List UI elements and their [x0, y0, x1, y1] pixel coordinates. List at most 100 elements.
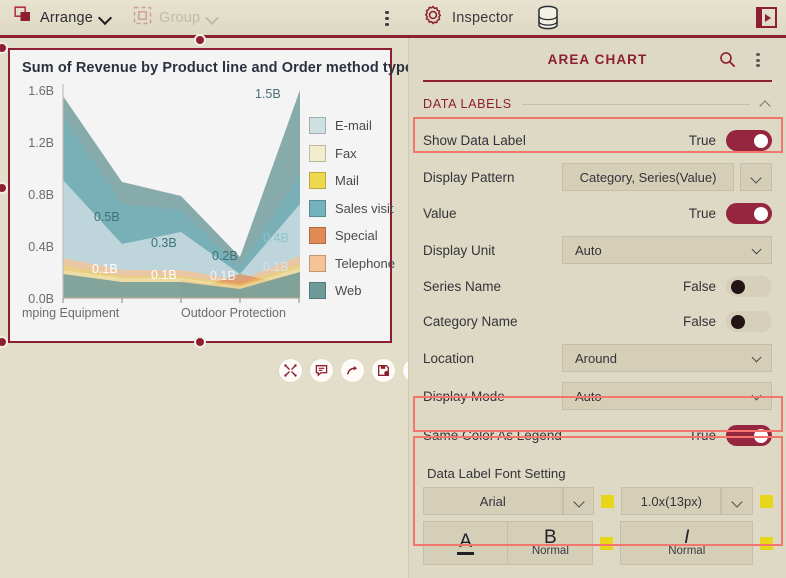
app-root: Arrange Group: [0, 0, 786, 578]
font-style-color-swatch[interactable]: [600, 537, 613, 550]
data-label: 0.1B: [210, 269, 236, 283]
select-location[interactable]: Around: [562, 344, 772, 372]
bold-button[interactable]: B Normal: [508, 521, 593, 565]
legend-item[interactable]: Web: [309, 277, 395, 305]
row-label: Category Name: [423, 314, 518, 329]
row-series-name[interactable]: Series Name False: [423, 269, 772, 304]
font-size-color-swatch[interactable]: [760, 495, 773, 508]
row-value: True: [689, 133, 716, 148]
font-style-row: A B Normal I Normal: [423, 521, 773, 565]
data-label: 1.5B: [255, 87, 281, 101]
toolbar-left-group: Arrange Group: [0, 0, 408, 35]
underline-glyph: A: [457, 532, 474, 555]
toggle-same-color-as-legend[interactable]: [726, 425, 772, 446]
arrange-shapes-icon: [14, 6, 33, 30]
gear-icon: [422, 4, 444, 31]
select-display-pattern[interactable]: Category, Series(Value): [562, 163, 734, 191]
select-display-mode[interactable]: Auto: [562, 382, 772, 410]
toggle-series-name[interactable]: [726, 276, 772, 297]
select-display-pattern-dropdown[interactable]: [740, 163, 772, 191]
legend-item[interactable]: Special: [309, 222, 395, 250]
select-font-family-dropdown[interactable]: [563, 487, 595, 515]
font-color-swatch[interactable]: [601, 495, 614, 508]
kebab-menu-icon[interactable]: [750, 51, 766, 69]
row-value[interactable]: Value True: [423, 196, 772, 231]
row-show-shape[interactable]: Show Shape False: [423, 572, 772, 578]
group-menu-button[interactable]: Group: [133, 0, 218, 35]
legend-swatch-icon: [309, 145, 326, 162]
resize-handle-left-top[interactable]: [0, 42, 8, 54]
collapse-panel-icon[interactable]: [756, 7, 777, 28]
chart-legend: E-mail Fax Mail Sales visit: [309, 112, 395, 305]
select-value: Around: [575, 351, 617, 366]
bold-state: Normal: [532, 545, 569, 557]
chevron-down-icon[interactable]: [207, 12, 218, 23]
legend-item[interactable]: E-mail: [309, 112, 395, 140]
row-value-text: False: [683, 314, 716, 329]
toggle-category-name[interactable]: [726, 311, 772, 332]
tab-inspector-label: Inspector: [452, 10, 513, 26]
row-label: Show Data Label: [423, 133, 526, 148]
data-label: 0.3B: [151, 236, 177, 250]
data-label-font-setting-group: Data Label Font Setting Arial 1.0x(13px): [409, 460, 786, 568]
select-font-size-dropdown[interactable]: [721, 487, 753, 515]
chart-card[interactable]: Sum of Revenue by Product line and Order…: [8, 48, 392, 343]
row-display-pattern[interactable]: Display Pattern Category, Series(Value): [423, 158, 772, 196]
tab-inspector[interactable]: Inspector: [420, 0, 525, 38]
comment-icon[interactable]: [309, 358, 334, 383]
legend-item[interactable]: Sales visit: [309, 195, 395, 223]
kebab-menu-icon[interactable]: [377, 8, 397, 28]
italic-button[interactable]: I Normal: [620, 521, 753, 565]
row-label: Series Name: [423, 279, 501, 294]
chart-title: Sum of Revenue by Product line and Order…: [22, 60, 413, 76]
row-show-data-label[interactable]: Show Data Label True: [423, 123, 772, 158]
select-font-family[interactable]: Arial: [423, 487, 563, 515]
row-same-color-as-legend[interactable]: Same Color As Legend True: [423, 418, 772, 453]
legend-item[interactable]: Telephone: [309, 250, 395, 278]
select-font-size[interactable]: 1.0x(13px): [621, 487, 721, 515]
resize-handle-left-mid[interactable]: [0, 182, 8, 194]
section-divider: [522, 104, 750, 105]
resize-handle-bottom[interactable]: [194, 336, 206, 348]
chevron-down-icon[interactable]: [100, 12, 111, 23]
legend-swatch-icon: [309, 172, 326, 189]
database-icon[interactable]: [536, 5, 560, 36]
chart-plot-area: 1.6B 1.2B 0.8B 0.4B 0.0B: [10, 84, 390, 340]
font-family-row: Arial 1.0x(13px): [423, 487, 773, 515]
row-value-text: True: [689, 428, 716, 443]
legend-item[interactable]: Fax: [309, 140, 395, 168]
row-label: Display Unit: [423, 243, 495, 258]
arrange-label: Arrange: [40, 10, 93, 26]
arrange-menu-button[interactable]: Arrange: [14, 0, 111, 35]
legend-label: Web: [335, 283, 362, 298]
select-display-unit[interactable]: Auto: [562, 236, 772, 264]
row-label: Same Color As Legend: [423, 428, 562, 443]
underline-button[interactable]: A: [423, 521, 508, 565]
save-icon[interactable]: [371, 358, 396, 383]
row-display-mode[interactable]: Display Mode Auto: [423, 377, 772, 415]
resize-handle-left-bottom[interactable]: [0, 336, 8, 348]
toggle-value[interactable]: [726, 203, 772, 224]
row-category-name[interactable]: Category Name False: [423, 304, 772, 339]
section-label: DATA LABELS: [423, 97, 512, 111]
legend-label: Telephone: [335, 256, 395, 271]
toggle-show-data-label[interactable]: [726, 130, 772, 151]
search-icon[interactable]: [719, 51, 736, 73]
row-display-unit[interactable]: Display Unit Auto: [423, 231, 772, 269]
expand-icon[interactable]: [278, 358, 303, 383]
italic-color-swatch[interactable]: [760, 537, 773, 550]
data-label: 0.1B: [151, 268, 177, 282]
data-label: 0.1B: [263, 260, 289, 274]
panel-header: AREA CHART: [423, 46, 772, 82]
select-value: Auto: [575, 243, 602, 258]
row-location[interactable]: Location Around: [423, 339, 772, 377]
row-label: Display Pattern: [423, 170, 515, 185]
font-setting-title: Data Label Font Setting: [427, 466, 773, 481]
share-icon[interactable]: [340, 358, 365, 383]
section-data-labels-header[interactable]: DATA LABELS: [423, 94, 772, 114]
resize-handle-top[interactable]: [194, 34, 206, 46]
row-label: Location: [423, 351, 474, 366]
chevron-up-icon[interactable]: [760, 98, 772, 110]
top-toolbar: Arrange Group: [0, 0, 786, 38]
legend-item[interactable]: Mail: [309, 167, 395, 195]
